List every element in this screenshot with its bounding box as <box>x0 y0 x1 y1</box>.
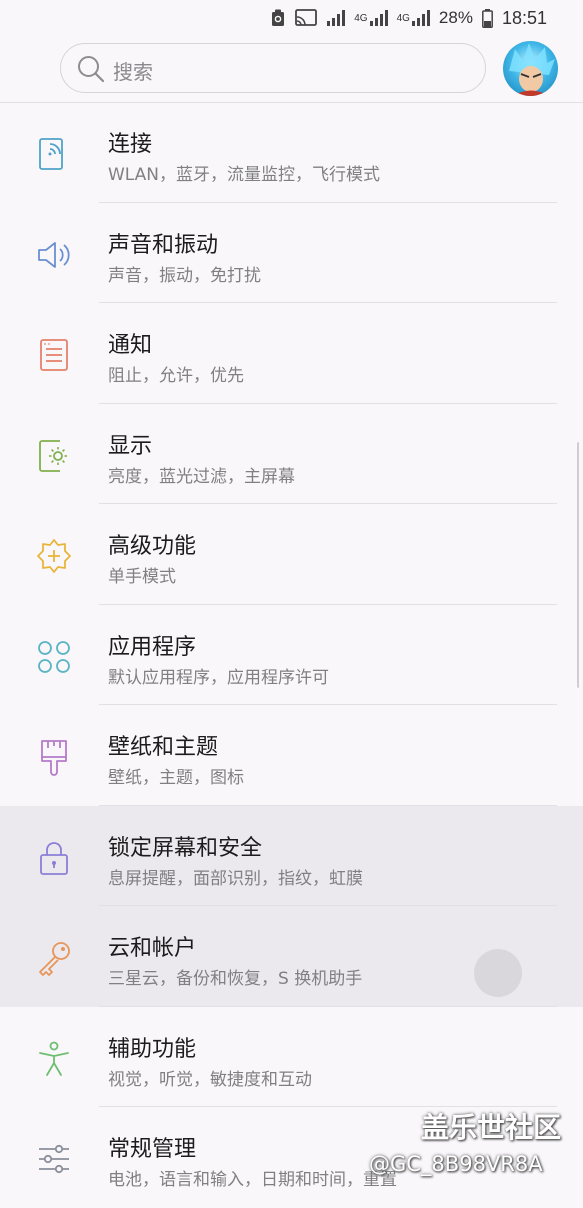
battery-percent: 28% <box>438 8 473 27</box>
settings-item-subtitle: 视觉，听觉，敏捷度和互动 <box>108 1069 312 1090</box>
settings-item-subtitle: 息屏提醒，面部识别，指纹，虹膜 <box>108 868 363 889</box>
settings-item-title: 常规管理 <box>108 1137 197 1162</box>
settings-item-title: 声音和振动 <box>108 232 219 258</box>
lock-icon <box>34 838 74 878</box>
advanced-features-icon <box>34 536 74 576</box>
settings-item-sounds[interactable]: 声音和振动 声音，振动，免打扰 <box>0 203 583 303</box>
scrollbar[interactable] <box>577 442 581 688</box>
network-type-2: 4G <box>396 12 410 24</box>
settings-item-subtitle: 声音，振动，免打扰 <box>108 265 261 286</box>
watermark-user: @GC_8B98VR8A <box>369 1152 543 1176</box>
settings-item-display[interactable]: 显示 亮度，蓝光过滤，主屏幕 <box>0 404 583 504</box>
settings-item-subtitle: 壁纸，主题，图标 <box>108 768 244 788</box>
battery-icon <box>482 8 493 28</box>
settings-item-accessibility[interactable]: 辅助功能 视觉，听觉，敏捷度和互动 <box>0 1007 583 1107</box>
settings-item-lock-screen-security[interactable]: 锁定屏幕和安全 息屏提醒，面部识别，指纹，虹膜 <box>0 805 583 906</box>
recycle-notification-icon <box>271 9 285 27</box>
search-icon <box>77 55 105 87</box>
header: 搜索 <box>0 36 583 103</box>
search-input[interactable]: 搜索 <box>60 43 486 93</box>
settings-item-connections[interactable]: 连接 WLAN，蓝牙，流量监控，飞行模式 <box>0 102 583 203</box>
notification-icon <box>34 335 74 375</box>
key-icon <box>34 938 74 978</box>
connection-icon <box>34 134 74 174</box>
settings-item-title: 云和帐户 <box>108 936 197 961</box>
display-icon <box>34 436 74 476</box>
settings-item-subtitle: WLAN，蓝牙，流量监控，飞行模式 <box>108 165 381 185</box>
settings-item-subtitle: 阻止，允许，优先 <box>108 366 244 386</box>
search-placeholder: 搜索 <box>113 60 153 84</box>
settings-item-title: 通知 <box>108 333 153 358</box>
settings-item-advanced-features[interactable]: 高级功能 单手模式 <box>0 504 583 605</box>
paintbrush-icon <box>34 737 74 777</box>
settings-item-title: 高级功能 <box>108 534 197 559</box>
settings-item-subtitle: 默认应用程序，应用程序许可 <box>108 667 329 688</box>
settings-item-title: 连接 <box>108 132 153 157</box>
avatar[interactable] <box>503 41 558 96</box>
apps-icon <box>34 637 74 677</box>
status-bar: 4G 4G 28% 18:51 <box>0 0 583 36</box>
screen-mirroring-icon <box>294 9 318 27</box>
volume-icon <box>34 235 74 275</box>
clock: 18:51 <box>501 7 547 28</box>
settings-item-notifications[interactable]: 通知 阻止，允许，优先 <box>0 303 583 404</box>
settings-item-wallpapers-themes[interactable]: 壁纸和主题 壁纸，主题，图标 <box>0 705 583 806</box>
settings-item-title: 锁定屏幕和安全 <box>108 835 263 861</box>
settings-item-subtitle: 电池，语言和输入，日期和时间，重置 <box>108 1170 397 1190</box>
watermark-brand: 盖乐世社区 <box>421 1111 562 1144</box>
accessibility-icon <box>34 1039 74 1079</box>
settings-list: 连接 WLAN，蓝牙，流量监控，飞行模式 声音和振动 声音，振动，免打扰 通知 … <box>0 102 583 1208</box>
settings-item-apps[interactable]: 应用程序 默认应用程序，应用程序许可 <box>0 605 583 705</box>
settings-item-title: 壁纸和主题 <box>108 735 219 760</box>
settings-item-title: 应用程序 <box>108 634 197 660</box>
sliders-icon <box>34 1139 74 1179</box>
settings-item-subtitle: 亮度，蓝光过滤，主屏幕 <box>108 466 295 487</box>
network-type-1: 4G <box>354 12 368 24</box>
signal-3-icon <box>411 10 430 26</box>
settings-item-subtitle: 单手模式 <box>108 567 176 587</box>
signal-1-icon <box>327 10 346 26</box>
settings-item-title: 辅助功能 <box>108 1036 197 1062</box>
settings-item-subtitle: 三星云，备份和恢复，S 换机助手 <box>108 969 363 989</box>
touch-indicator <box>474 949 522 997</box>
signal-2-icon <box>369 10 388 26</box>
settings-item-title: 显示 <box>108 433 153 459</box>
